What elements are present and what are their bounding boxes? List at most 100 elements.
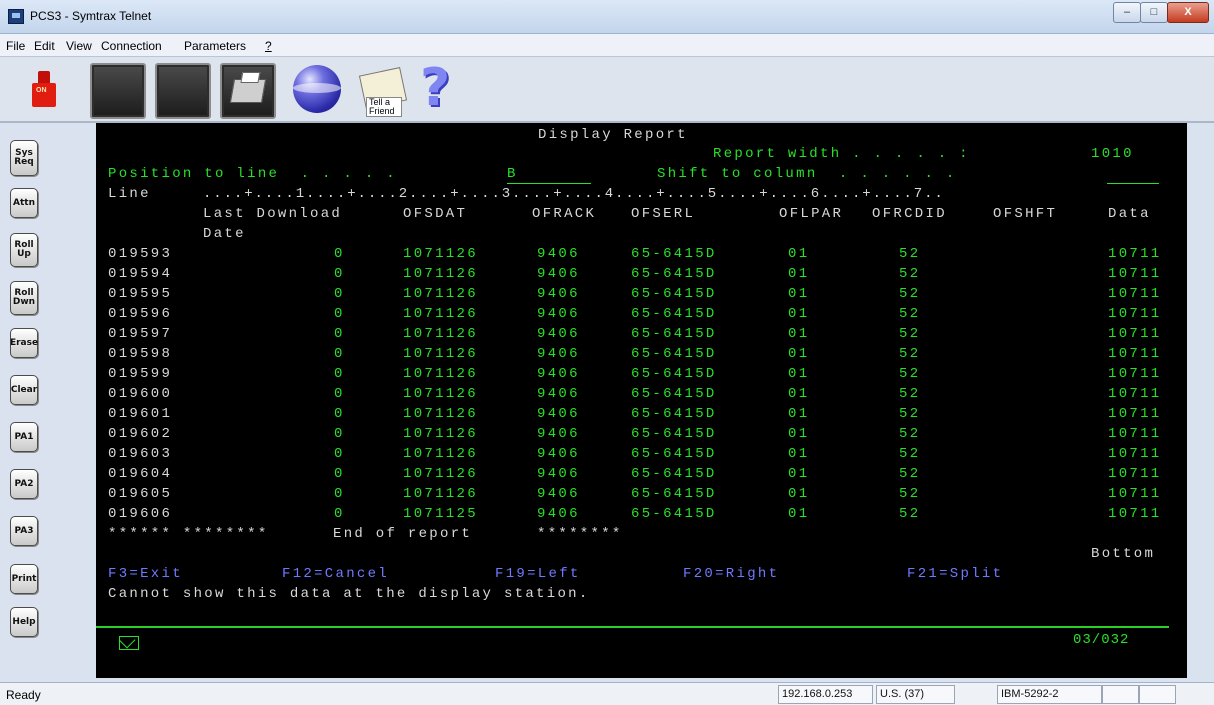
ofsdat-cell: 1071126	[403, 346, 478, 362]
table-row: 019593 0 1071126 9406 65-6415D 01 52 10711	[96, 246, 1187, 266]
ofserl-cell: 65-6415D	[631, 266, 717, 282]
close-button[interactable]: X	[1167, 2, 1209, 23]
menu-connection[interactable]: Connection	[101, 39, 162, 53]
toolbar-button-1[interactable]	[90, 63, 146, 119]
ofserl-cell: 65-6415D	[631, 386, 717, 402]
maximize-button[interactable]: □	[1140, 2, 1168, 23]
last-download-cell: 0	[334, 266, 345, 282]
ofrcdid-cell: 52	[899, 406, 921, 422]
menu-parameters[interactable]: Parameters	[184, 39, 246, 53]
ofrcdid-cell: 52	[899, 346, 921, 362]
ofsdat-cell: 1071126	[403, 266, 478, 282]
oflpar-cell: 01	[788, 346, 810, 362]
pa3-key[interactable]: PA3	[10, 516, 38, 546]
line-number: 019595	[108, 286, 173, 302]
last-download-cell: 0	[334, 446, 345, 462]
question-mark-icon: ?	[420, 58, 451, 118]
f12-cancel[interactable]: F12=Cancel	[282, 566, 389, 582]
last-download-cell: 0	[334, 486, 345, 502]
data-cell: 10711	[1108, 286, 1162, 302]
message-waiting-icon	[119, 636, 139, 650]
menu-help[interactable]: ?	[265, 39, 272, 53]
ofserl-cell: 65-6415D	[631, 286, 717, 302]
window-title: PCS3 - Symtrax Telnet	[30, 9, 152, 23]
f21-split[interactable]: F21=Split	[907, 566, 1003, 582]
help-key[interactable]: Help	[10, 607, 38, 637]
ofrack-cell: 9406	[537, 366, 580, 382]
ofrack-cell: 9406	[537, 246, 580, 262]
data-cell: 10711	[1108, 506, 1162, 522]
data-cell: 10711	[1108, 446, 1162, 462]
line-number: 019596	[108, 306, 173, 322]
roll-down-key[interactable]: Roll Dwn	[10, 281, 38, 315]
table-row: 019600 0 1071126 9406 65-6415D 01 52 10711	[96, 386, 1187, 406]
last-download-cell: 0	[334, 506, 345, 522]
ofrcdid-cell: 52	[899, 426, 921, 442]
data-cell: 10711	[1108, 386, 1162, 402]
line-number: 019597	[108, 326, 173, 342]
pa2-key[interactable]: PA2	[10, 469, 38, 499]
oflpar-cell: 01	[788, 406, 810, 422]
power-toggle-button[interactable]: ON	[30, 71, 58, 109]
last-download-cell: 0	[334, 246, 345, 262]
ofsdat-cell: 1071126	[403, 406, 478, 422]
f20-right[interactable]: F20=Right	[683, 566, 779, 582]
last-download-cell: 0	[334, 426, 345, 442]
screen-title: Display Report	[538, 127, 688, 143]
menu-file[interactable]: File	[6, 39, 25, 53]
ofserl-cell: 65-6415D	[631, 246, 717, 262]
data-cell: 10711	[1108, 426, 1162, 442]
toolbar-button-2[interactable]	[155, 63, 211, 119]
print-button[interactable]	[220, 63, 276, 119]
attn-key[interactable]: Attn	[10, 188, 38, 218]
ofserl-cell: 65-6415D	[631, 306, 717, 322]
data-cell: 10711	[1108, 406, 1162, 422]
ofrcdid-cell: 52	[899, 266, 921, 282]
terminal-screen[interactable]: Display Report Report width . . . . . : …	[96, 123, 1187, 678]
ofrack-cell: 9406	[537, 486, 580, 502]
sys-req-key[interactable]: Sys Req	[10, 140, 38, 176]
help-button[interactable]: ?	[420, 61, 470, 117]
terminal-app-icon[interactable]	[8, 9, 24, 24]
header-ofshft: OFSHFT	[993, 206, 1058, 222]
shift-to-column-label: Shift to column . . . . . .	[657, 166, 957, 182]
line-number: 019602	[108, 426, 173, 442]
title-bar[interactable]: PCS3 - Symtrax Telnet – □ X	[0, 0, 1214, 34]
pa1-key[interactable]: PA1	[10, 422, 38, 452]
oflpar-cell: 01	[788, 366, 810, 382]
printer-icon	[229, 79, 267, 103]
table-row: 019603 0 1071126 9406 65-6415D 01 52 10711	[96, 446, 1187, 466]
header-oflpar: OFLPAR	[779, 206, 844, 222]
data-cell: 10711	[1108, 346, 1162, 362]
position-to-line-label: Position to line . . . . .	[108, 166, 397, 182]
line-number: 019600	[108, 386, 173, 402]
last-download-cell: 0	[334, 346, 345, 362]
shift-to-column-input[interactable]	[1107, 166, 1159, 184]
position-to-line-input[interactable]: B	[507, 166, 591, 184]
tell-a-friend-button[interactable]: Tell a Friend	[358, 63, 412, 117]
ofsdat-cell: 1071126	[403, 426, 478, 442]
oflpar-cell: 01	[788, 326, 810, 342]
f19-left[interactable]: F19=Left	[495, 566, 581, 582]
ofserl-cell: 65-6415D	[631, 406, 717, 422]
last-download-cell: 0	[334, 366, 345, 382]
ofrcdid-cell: 52	[899, 506, 921, 522]
data-cell: 10711	[1108, 326, 1162, 342]
ofrcdid-cell: 52	[899, 386, 921, 402]
print-key[interactable]: Print	[10, 564, 38, 594]
last-download-cell: 0	[334, 306, 345, 322]
oflpar-cell: 01	[788, 306, 810, 322]
roll-up-key[interactable]: Roll Up	[10, 233, 38, 267]
header-ofserl: OFSERL	[631, 206, 696, 222]
minimize-button[interactable]: –	[1113, 2, 1141, 23]
clear-key[interactable]: Clear	[10, 375, 38, 405]
ofrcdid-cell: 52	[899, 366, 921, 382]
table-row: 019599 0 1071126 9406 65-6415D 01 52 10711	[96, 366, 1187, 386]
menu-edit[interactable]: Edit	[34, 39, 55, 53]
connect-button[interactable]	[293, 65, 343, 115]
f3-exit[interactable]: F3=Exit	[108, 566, 183, 582]
end-marker-right: ********	[537, 526, 623, 542]
menu-view[interactable]: View	[66, 39, 92, 53]
line-number: 019599	[108, 366, 173, 382]
erase-key[interactable]: Erase	[10, 328, 38, 358]
